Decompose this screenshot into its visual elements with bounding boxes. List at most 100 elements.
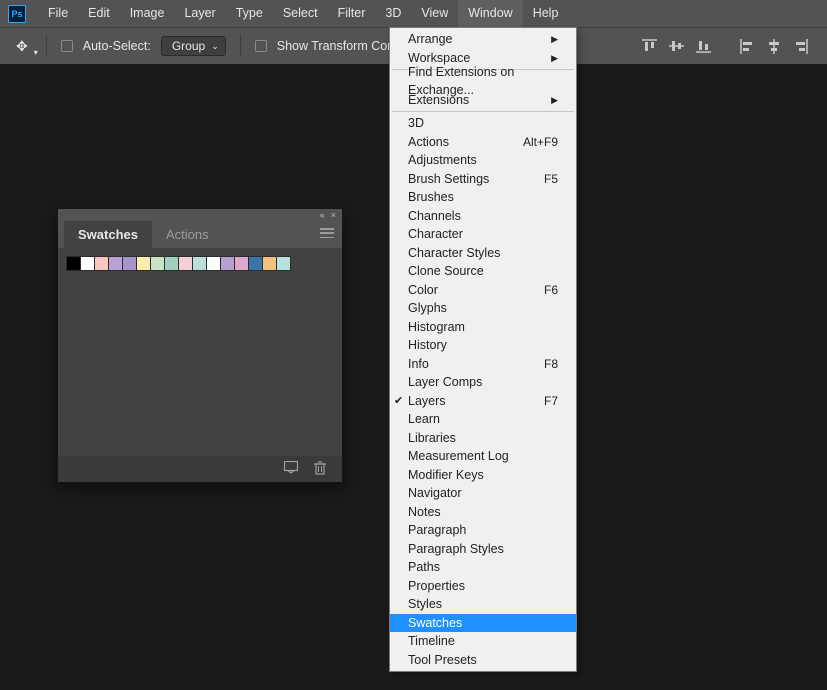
menu-item-swatches[interactable]: Swatches [390,614,576,633]
menu-item-measurement-log[interactable]: Measurement Log [390,447,576,466]
menu-file[interactable]: File [38,0,78,27]
swatch-4[interactable] [122,256,137,271]
align-vcenter-button[interactable] [668,38,685,55]
menu-item-color[interactable]: ColorF6 [390,281,576,300]
menu-type[interactable]: Type [226,0,273,27]
move-tool-icon[interactable]: ✥▾ [12,38,32,55]
menu-item-shortcut: Alt+F9 [523,133,558,152]
menu-item-tool-presets[interactable]: Tool Presets [390,651,576,670]
menu-item-libraries[interactable]: Libraries [390,429,576,448]
swatch-7[interactable] [164,256,179,271]
menu-item-paths[interactable]: Paths [390,558,576,577]
menu-item-clone-source[interactable]: Clone Source [390,262,576,281]
align-left-button[interactable] [738,38,755,55]
swatch-11[interactable] [220,256,235,271]
menu-item-histogram[interactable]: Histogram [390,318,576,337]
menu-item-label: Paragraph [408,521,466,540]
menu-item-layers[interactable]: ✔LayersF7 [390,392,576,411]
menu-item-label: Paragraph Styles [408,540,504,559]
menu-item-label: 3D [408,114,424,133]
panel-menu-icon[interactable] [320,228,334,238]
swatch-14[interactable] [262,256,277,271]
swatch-0[interactable] [66,256,81,271]
swatch-1[interactable] [80,256,95,271]
menu-item-label: Info [408,355,429,374]
menu-layer[interactable]: Layer [174,0,225,27]
menu-item-layer-comps[interactable]: Layer Comps [390,373,576,392]
menu-item-brushes[interactable]: Brushes [390,188,576,207]
menu-item-history[interactable]: History [390,336,576,355]
menu-item-arrange[interactable]: Arrange▶ [390,30,576,49]
swatch-3[interactable] [108,256,123,271]
menu-3d[interactable]: 3D [375,0,411,27]
menu-item-character-styles[interactable]: Character Styles [390,244,576,263]
menu-window[interactable]: Window [458,0,522,27]
tab-actions[interactable]: Actions [152,221,223,248]
menu-item-3d[interactable]: 3D [390,114,576,133]
swatch-15[interactable] [276,256,291,271]
menu-item-actions[interactable]: Actions Alt+F9 [390,133,576,152]
menu-item-label: Channels [408,207,461,226]
menu-item-styles[interactable]: Styles [390,595,576,614]
dropdown-value: Group [172,39,205,53]
menu-item-label: Tool Presets [408,651,477,670]
menu-item-shortcut: F8 [544,355,558,374]
menu-item-modifier-keys[interactable]: Modifier Keys [390,466,576,485]
menu-view[interactable]: View [411,0,458,27]
swatch-9[interactable] [192,256,207,271]
swatch-10[interactable] [206,256,221,271]
menu-edit[interactable]: Edit [78,0,120,27]
menu-item-label: History [408,336,447,355]
menu-item-label: Arrange [408,30,452,49]
menu-item-label: Libraries [408,429,456,448]
menu-item-paragraph-styles[interactable]: Paragraph Styles [390,540,576,559]
trash-icon[interactable] [314,461,326,478]
show-transform-checkbox[interactable] [255,40,267,52]
menu-item-timeline[interactable]: Timeline [390,632,576,651]
tab-swatches[interactable]: Swatches [64,221,152,248]
align-top-button[interactable] [641,38,658,55]
swatch-13[interactable] [248,256,263,271]
menu-item-label: Brush Settings [408,170,489,189]
swatch-6[interactable] [150,256,165,271]
panel-close-icon[interactable]: × [331,210,336,220]
menu-item-glyphs[interactable]: Glyphs [390,299,576,318]
auto-select-target-dropdown[interactable]: Group ⌄ [161,36,226,56]
panel-collapse-icon[interactable]: « [320,210,325,220]
menu-item-properties[interactable]: Properties [390,577,576,596]
menu-item-label: Histogram [408,318,465,337]
swatch-5[interactable] [136,256,151,271]
swatch-12[interactable] [234,256,249,271]
new-swatch-icon[interactable] [284,461,298,477]
menu-help[interactable]: Help [523,0,569,27]
menu-item-info[interactable]: Info F8 [390,355,576,374]
auto-select-checkbox[interactable] [61,40,73,52]
menu-item-adjustments[interactable]: Adjustments [390,151,576,170]
menu-item-label: Brushes [408,188,454,207]
menu-item-channels[interactable]: Channels [390,207,576,226]
menu-item-character[interactable]: Character [390,225,576,244]
menu-item-find-extensions-on-exchange[interactable]: Find Extensions on Exchange... [390,72,576,91]
align-hcenter-button[interactable] [765,38,782,55]
menu-select[interactable]: Select [273,0,328,27]
menu-image[interactable]: Image [120,0,175,27]
panel-tab-bar: Swatches Actions [58,220,342,248]
menu-item-brush-settings[interactable]: Brush SettingsF5 [390,170,576,189]
menu-item-label: Learn [408,410,440,429]
menu-item-label: Color [408,281,438,300]
menu-filter[interactable]: Filter [328,0,376,27]
menu-item-notes[interactable]: Notes [390,503,576,522]
menu-item-paragraph[interactable]: Paragraph [390,521,576,540]
swatch-2[interactable] [94,256,109,271]
menu-bar: Ps FileEditImageLayerTypeSelectFilter3DV… [0,0,827,27]
align-right-button[interactable] [792,38,809,55]
menu-item-label: Clone Source [408,262,484,281]
align-bottom-button[interactable] [695,38,712,55]
menu-item-extensions[interactable]: Extensions▶ [390,91,576,110]
swatch-8[interactable] [178,256,193,271]
menu-item-label: Character Styles [408,244,500,263]
menu-item-label: Actions [408,133,449,152]
menu-item-learn[interactable]: Learn [390,410,576,429]
menu-item-label: Properties [408,577,465,596]
menu-item-navigator[interactable]: Navigator [390,484,576,503]
